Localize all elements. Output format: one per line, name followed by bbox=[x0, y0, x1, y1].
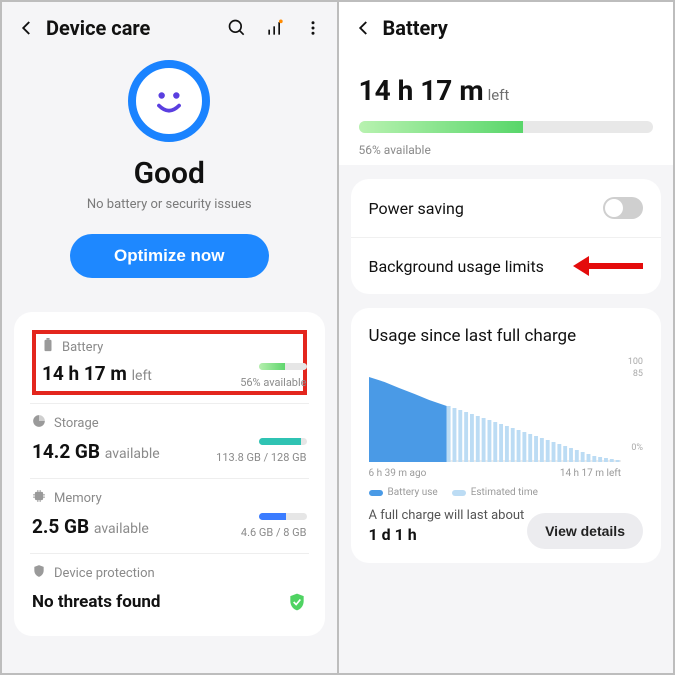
topbar-left: Device care bbox=[2, 2, 337, 50]
protection-label: Device protection bbox=[54, 566, 155, 581]
battery-label: Battery bbox=[62, 340, 103, 355]
memory-label: Memory bbox=[54, 491, 102, 506]
back-icon[interactable] bbox=[16, 17, 38, 39]
shield-ok-icon bbox=[287, 592, 307, 612]
memory-used: 2.5 GB available bbox=[32, 515, 149, 538]
battery-section[interactable]: Battery 14 h 17 m left 56% avai bbox=[30, 322, 309, 403]
power-saving-toggle[interactable] bbox=[603, 197, 643, 219]
topbar-right: Battery bbox=[339, 2, 674, 50]
page-title: Device care bbox=[46, 16, 219, 40]
status-face-icon bbox=[128, 60, 210, 142]
chart-legend: Battery use Estimated time bbox=[369, 487, 644, 498]
memory-icon bbox=[32, 489, 46, 507]
battery-available: 56% available bbox=[359, 143, 654, 157]
battery-time-left: 14 h 17 m left bbox=[42, 362, 152, 385]
shield-icon bbox=[32, 564, 46, 582]
storage-section[interactable]: Storage 14.2 GB available 113.8 GB / 128… bbox=[30, 403, 309, 478]
optimize-button[interactable]: Optimize now bbox=[70, 234, 269, 278]
protection-status: No threats found bbox=[32, 592, 160, 612]
status-subtitle: No battery or security issues bbox=[87, 197, 252, 212]
storage-used: 14.2 GB available bbox=[32, 440, 160, 463]
bg-usage-limits-item[interactable]: Background usage limits bbox=[351, 237, 662, 294]
stats-card: Battery 14 h 17 m left 56% avai bbox=[14, 312, 325, 636]
battery-icon bbox=[42, 338, 54, 356]
view-details-button[interactable]: View details bbox=[527, 513, 643, 549]
power-saving-label: Power saving bbox=[369, 199, 464, 218]
storage-label: Storage bbox=[54, 416, 99, 431]
usage-title: Usage since last full charge bbox=[369, 326, 644, 346]
storage-mini-bar bbox=[259, 438, 307, 445]
memory-section[interactable]: Memory 2.5 GB available 4.6 GB / 8 GB bbox=[30, 478, 309, 553]
memory-detail: 4.6 GB / 8 GB bbox=[241, 526, 307, 539]
battery-available: 56% available bbox=[240, 376, 306, 389]
back-icon[interactable] bbox=[353, 17, 375, 39]
chart-xaxis: 6 h 39 m ago 14 h 17 m left bbox=[369, 468, 622, 479]
page-title: Battery bbox=[383, 16, 660, 40]
storage-icon bbox=[32, 414, 46, 432]
full-charge-time: 1 d 1 h bbox=[369, 525, 417, 544]
bg-usage-limits-label: Background usage limits bbox=[369, 257, 544, 276]
battery-mini-bar bbox=[259, 363, 307, 370]
annotation-arrow-icon bbox=[573, 256, 643, 276]
settings-list: Power saving Background usage limits bbox=[351, 179, 662, 294]
battery-screen: Battery 14 h 17 mleft 56% available Powe… bbox=[337, 2, 674, 673]
storage-detail: 113.8 GB / 128 GB bbox=[216, 451, 306, 464]
usage-chart: 100 85 0% bbox=[369, 362, 644, 462]
signal-icon[interactable] bbox=[265, 18, 285, 38]
usage-card: Usage since last full charge 100 85 0% bbox=[351, 308, 662, 563]
search-icon[interactable] bbox=[227, 18, 247, 38]
battery-time-left: 14 h 17 mleft bbox=[359, 74, 654, 107]
device-care-screen: Device care bbox=[2, 2, 337, 673]
status-title: Good bbox=[134, 156, 205, 191]
memory-mini-bar bbox=[259, 513, 307, 520]
battery-hero: 14 h 17 mleft 56% available bbox=[339, 50, 674, 165]
power-saving-item[interactable]: Power saving bbox=[351, 179, 662, 237]
protection-section[interactable]: Device protection No threats found bbox=[30, 553, 309, 626]
status-hero: Good No battery or security issues Optim… bbox=[2, 50, 337, 296]
more-icon[interactable] bbox=[303, 18, 323, 38]
battery-progress-bar bbox=[359, 121, 654, 133]
